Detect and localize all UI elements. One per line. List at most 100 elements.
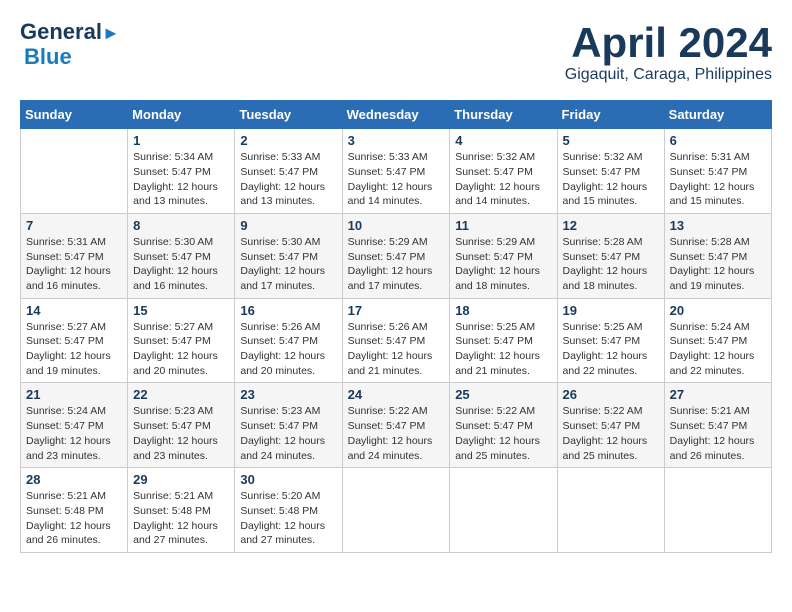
day-number: 20: [670, 303, 766, 318]
title-area: April 2024 Gigaquit, Caraga, Philippines: [565, 20, 772, 84]
day-number: 5: [563, 133, 659, 148]
day-info: Sunrise: 5:32 AM Sunset: 5:47 PM Dayligh…: [563, 150, 659, 209]
logo-text: General►: [20, 20, 120, 44]
day-number: 8: [133, 218, 229, 233]
day-number: 18: [455, 303, 551, 318]
calendar-cell: 13 Sunrise: 5:28 AM Sunset: 5:47 PM Dayli…: [664, 213, 771, 298]
day-info: Sunrise: 5:31 AM Sunset: 5:47 PM Dayligh…: [670, 150, 766, 209]
day-number: 27: [670, 387, 766, 402]
month-title: April 2024: [565, 20, 772, 66]
day-info: Sunrise: 5:25 AM Sunset: 5:47 PM Dayligh…: [563, 320, 659, 379]
calendar-week-row: 7 Sunrise: 5:31 AM Sunset: 5:47 PM Daylig…: [21, 213, 772, 298]
day-info: Sunrise: 5:26 AM Sunset: 5:47 PM Dayligh…: [240, 320, 336, 379]
day-number: 4: [455, 133, 551, 148]
calendar-cell: 11 Sunrise: 5:29 AM Sunset: 5:47 PM Dayli…: [450, 213, 557, 298]
day-info: Sunrise: 5:25 AM Sunset: 5:47 PM Dayligh…: [455, 320, 551, 379]
calendar-cell: 28 Sunrise: 5:21 AM Sunset: 5:48 PM Dayli…: [21, 468, 128, 553]
day-number: 25: [455, 387, 551, 402]
page-header: General► Blue April 2024 Gigaquit, Carag…: [20, 20, 772, 84]
day-number: 13: [670, 218, 766, 233]
calendar-cell: 27Sunrise: 5:21 AM Sunset: 5:47 PM Dayli…: [664, 383, 771, 468]
calendar-cell: 15Sunrise: 5:27 AM Sunset: 5:47 PM Dayli…: [128, 298, 235, 383]
calendar-cell: 1Sunrise: 5:34 AM Sunset: 5:47 PM Daylig…: [128, 129, 235, 214]
day-number: 14: [26, 303, 122, 318]
calendar-cell: [450, 468, 557, 553]
column-header-thursday: Thursday: [450, 101, 557, 129]
logo: General► Blue: [20, 20, 120, 70]
calendar-cell: 21Sunrise: 5:24 AM Sunset: 5:47 PM Dayli…: [21, 383, 128, 468]
day-number: 21: [26, 387, 122, 402]
day-number: 24: [348, 387, 445, 402]
column-header-saturday: Saturday: [664, 101, 771, 129]
day-info: Sunrise: 5:28 AM Sunset: 5:47 PM Dayligh…: [670, 235, 766, 294]
day-info: Sunrise: 5:30 AM Sunset: 5:47 PM Dayligh…: [240, 235, 336, 294]
day-number: 17: [348, 303, 445, 318]
calendar-table: SundayMondayTuesdayWednesdayThursdayFrid…: [20, 100, 772, 553]
calendar-cell: 20 Sunrise: 5:24 AM Sunset: 5:47 PM Dayli…: [664, 298, 771, 383]
day-info: Sunrise: 5:29 AM Sunset: 5:47 PM Dayligh…: [348, 235, 445, 294]
calendar-cell: 2Sunrise: 5:33 AM Sunset: 5:47 PM Daylig…: [235, 129, 342, 214]
day-number: 29: [133, 472, 229, 487]
column-header-monday: Monday: [128, 101, 235, 129]
day-info: Sunrise: 5:31 AM Sunset: 5:47 PM Dayligh…: [26, 235, 122, 294]
calendar-cell: 29 Sunrise: 5:21 AM Sunset: 5:48 PM Dayli…: [128, 468, 235, 553]
column-header-wednesday: Wednesday: [342, 101, 450, 129]
day-info: Sunrise: 5:24 AM Sunset: 5:47 PM Dayligh…: [670, 320, 766, 379]
day-number: 30: [240, 472, 336, 487]
day-info: Sunrise: 5:26 AM Sunset: 5:47 PM Dayligh…: [348, 320, 445, 379]
calendar-cell: 25 Sunrise: 5:22 AM Sunset: 5:47 PM Dayli…: [450, 383, 557, 468]
calendar-cell: 26Sunrise: 5:22 AM Sunset: 5:47 PM Dayli…: [557, 383, 664, 468]
day-number: 7: [26, 218, 122, 233]
calendar-cell: 9 Sunrise: 5:30 AM Sunset: 5:47 PM Daylig…: [235, 213, 342, 298]
calendar-week-row: 28 Sunrise: 5:21 AM Sunset: 5:48 PM Dayli…: [21, 468, 772, 553]
day-info: Sunrise: 5:23 AM Sunset: 5:47 PM Dayligh…: [133, 404, 229, 463]
day-info: Sunrise: 5:27 AM Sunset: 5:47 PM Dayligh…: [26, 320, 122, 379]
calendar-header-row: SundayMondayTuesdayWednesdayThursdayFrid…: [21, 101, 772, 129]
day-number: 23: [240, 387, 336, 402]
day-number: 12: [563, 218, 659, 233]
calendar-cell: [557, 468, 664, 553]
calendar-cell: [21, 129, 128, 214]
day-info: Sunrise: 5:33 AM Sunset: 5:47 PM Dayligh…: [240, 150, 336, 209]
calendar-cell: 16 Sunrise: 5:26 AM Sunset: 5:47 PM Dayli…: [235, 298, 342, 383]
calendar-cell: 8 Sunrise: 5:30 AM Sunset: 5:47 PM Daylig…: [128, 213, 235, 298]
day-number: 11: [455, 218, 551, 233]
day-number: 16: [240, 303, 336, 318]
day-info: Sunrise: 5:22 AM Sunset: 5:47 PM Dayligh…: [563, 404, 659, 463]
day-number: 3: [348, 133, 445, 148]
day-number: 6: [670, 133, 766, 148]
calendar-cell: 6 Sunrise: 5:31 AM Sunset: 5:47 PM Daylig…: [664, 129, 771, 214]
calendar-cell: 3Sunrise: 5:33 AM Sunset: 5:47 PM Daylig…: [342, 129, 450, 214]
day-info: Sunrise: 5:27 AM Sunset: 5:47 PM Dayligh…: [133, 320, 229, 379]
calendar-cell: 12 Sunrise: 5:28 AM Sunset: 5:47 PM Dayli…: [557, 213, 664, 298]
column-header-tuesday: Tuesday: [235, 101, 342, 129]
day-number: 10: [348, 218, 445, 233]
calendar-cell: 22 Sunrise: 5:23 AM Sunset: 5:47 PM Dayli…: [128, 383, 235, 468]
logo-blue: Blue: [24, 44, 72, 70]
calendar-cell: 18 Sunrise: 5:25 AM Sunset: 5:47 PM Dayli…: [450, 298, 557, 383]
calendar-cell: 30 Sunrise: 5:20 AM Sunset: 5:48 PM Dayli…: [235, 468, 342, 553]
day-number: 28: [26, 472, 122, 487]
calendar-cell: 24 Sunrise: 5:22 AM Sunset: 5:47 PM Dayli…: [342, 383, 450, 468]
day-info: Sunrise: 5:21 AM Sunset: 5:48 PM Dayligh…: [133, 489, 229, 548]
day-info: Sunrise: 5:28 AM Sunset: 5:47 PM Dayligh…: [563, 235, 659, 294]
calendar-cell: 14 Sunrise: 5:27 AM Sunset: 5:47 PM Dayli…: [21, 298, 128, 383]
calendar-cell: 17 Sunrise: 5:26 AM Sunset: 5:47 PM Dayli…: [342, 298, 450, 383]
calendar-cell: 7 Sunrise: 5:31 AM Sunset: 5:47 PM Daylig…: [21, 213, 128, 298]
calendar-week-row: 1Sunrise: 5:34 AM Sunset: 5:47 PM Daylig…: [21, 129, 772, 214]
day-info: Sunrise: 5:29 AM Sunset: 5:47 PM Dayligh…: [455, 235, 551, 294]
day-info: Sunrise: 5:30 AM Sunset: 5:47 PM Dayligh…: [133, 235, 229, 294]
calendar-cell: 10 Sunrise: 5:29 AM Sunset: 5:47 PM Dayli…: [342, 213, 450, 298]
day-info: Sunrise: 5:22 AM Sunset: 5:47 PM Dayligh…: [455, 404, 551, 463]
day-info: Sunrise: 5:20 AM Sunset: 5:48 PM Dayligh…: [240, 489, 336, 548]
day-number: 22: [133, 387, 229, 402]
day-info: Sunrise: 5:23 AM Sunset: 5:47 PM Dayligh…: [240, 404, 336, 463]
day-info: Sunrise: 5:22 AM Sunset: 5:47 PM Dayligh…: [348, 404, 445, 463]
column-header-friday: Friday: [557, 101, 664, 129]
column-header-sunday: Sunday: [21, 101, 128, 129]
day-info: Sunrise: 5:21 AM Sunset: 5:48 PM Dayligh…: [26, 489, 122, 548]
calendar-cell: 19Sunrise: 5:25 AM Sunset: 5:47 PM Dayli…: [557, 298, 664, 383]
calendar-week-row: 14 Sunrise: 5:27 AM Sunset: 5:47 PM Dayli…: [21, 298, 772, 383]
day-number: 1: [133, 133, 229, 148]
day-number: 9: [240, 218, 336, 233]
